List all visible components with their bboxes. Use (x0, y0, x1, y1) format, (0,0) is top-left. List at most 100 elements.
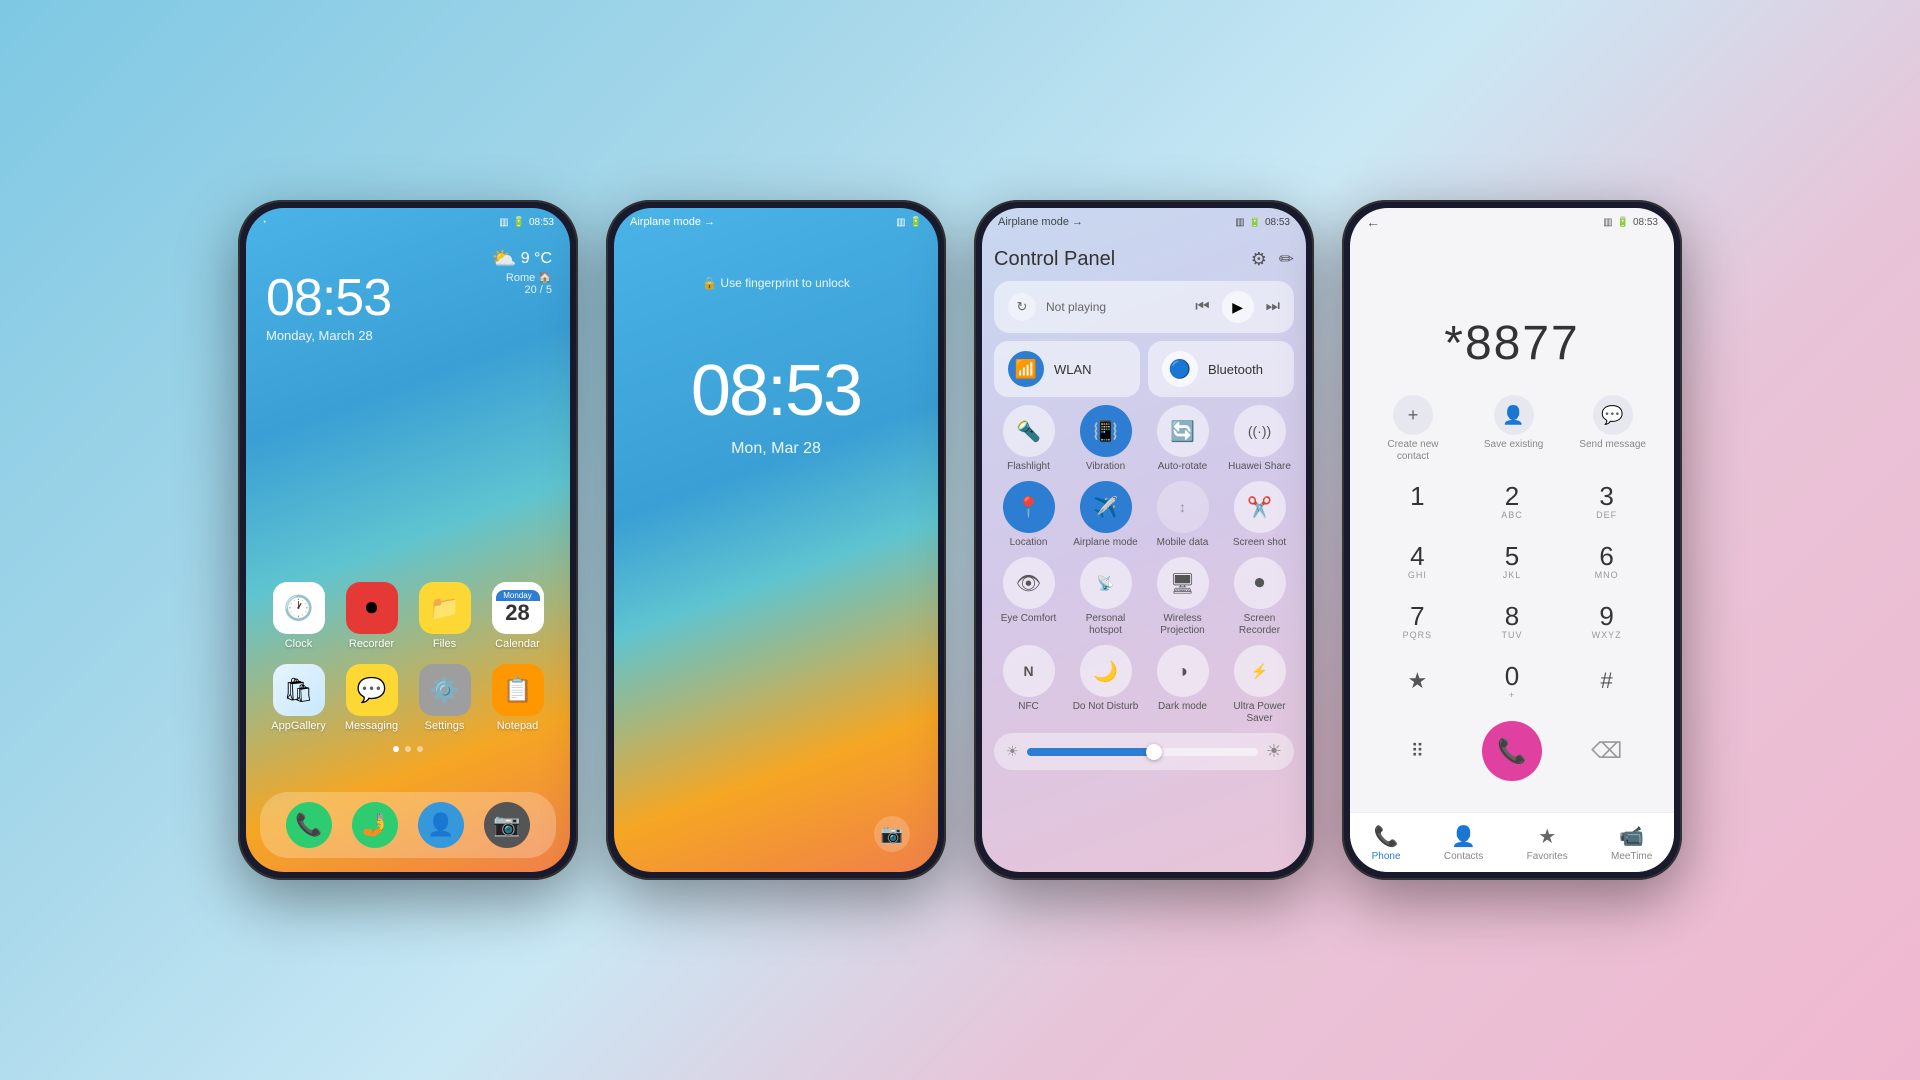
save-existing-btn[interactable]: 👤 Save existing (1484, 395, 1543, 463)
key-9[interactable]: 9 WXYZ (1572, 593, 1642, 649)
cp-mobile-data[interactable]: ↕ Mobile data (1148, 481, 1217, 549)
create-contact-icon: + (1393, 395, 1433, 435)
airplane-label-cp: Airplane mode → (998, 216, 1083, 228)
cp-edit-icon[interactable]: ✏ (1279, 249, 1294, 270)
app-clock[interactable]: 🕐 Clock (265, 582, 333, 650)
cp-location[interactable]: 📍 Location (994, 481, 1063, 549)
cp-wireless-proj[interactable]: 🖥 Wireless Projection (1148, 557, 1217, 637)
autorotate-icon: 🔄 (1157, 405, 1209, 457)
key-1[interactable]: 1 (1382, 473, 1452, 529)
key-9-num: 9 (1599, 603, 1613, 629)
key-2[interactable]: 2 ABC (1477, 473, 1547, 529)
dark-mode-label: Dark mode (1158, 701, 1207, 713)
dialer-bg: ← ▥ 🔋 08:53 *8877 + Create new contact 👤 (1350, 208, 1674, 872)
cp-screenshot[interactable]: ✂️ Screen shot (1225, 481, 1294, 549)
autorotate-label: Auto-rotate (1158, 461, 1207, 473)
screen-recorder-icon: ⏺ (1234, 557, 1286, 609)
wlan-button[interactable]: 📶 WLAN (994, 341, 1140, 397)
key-8-num: 8 (1505, 603, 1519, 629)
cp-ultra-power[interactable]: ⚡ Ultra Power Saver (1225, 645, 1294, 725)
key-6[interactable]: 6 MNO (1572, 533, 1642, 589)
dialer-display: *8877 (1350, 236, 1674, 371)
status-bar-dialer: ← ▥ 🔋 08:53 (1350, 208, 1674, 236)
brightness-thumb (1146, 744, 1162, 760)
key-3[interactable]: 3 DEF (1572, 473, 1642, 529)
nav-meetime-icon: 📹 (1619, 824, 1644, 849)
nav-meetime[interactable]: 📹 MeeTime (1611, 824, 1652, 862)
weather-range: 20 / 5 (492, 284, 552, 296)
cp-grid-row3: 👁 Eye Comfort 📡 Personal hotspot 🖥 Wirel… (994, 557, 1294, 637)
nav-phone[interactable]: 📞 Phone (1372, 824, 1401, 862)
home-date: Monday, March 28 (266, 328, 391, 343)
music-play-button[interactable]: ▶ (1222, 291, 1254, 323)
status-bar-home: · ▥ 🔋 08:53 (246, 208, 570, 236)
app-recorder[interactable]: ⏺ Recorder (338, 582, 406, 650)
keypad-row-2: 4 GHI 5 JKL 6 MNO (1370, 533, 1654, 589)
cp-huawei-share[interactable]: ((·)) Huawei Share (1225, 405, 1294, 473)
app-appgallery[interactable]: 🛍 AppGallery (265, 664, 333, 732)
cp-vibration[interactable]: 📳 Vibration (1071, 405, 1140, 473)
app-calendar[interactable]: Monday 28 Calendar (484, 582, 552, 650)
music-prev-icon[interactable]: ⏮ (1195, 298, 1209, 316)
settings-icon: ⚙️ (419, 664, 471, 716)
key-star[interactable]: ★ (1382, 653, 1452, 709)
key-4-alpha: GHI (1408, 570, 1427, 580)
cp-screen-recorder[interactable]: ⏺ Screen Recorder (1225, 557, 1294, 637)
app-messaging[interactable]: 💬 Messaging (338, 664, 406, 732)
cp-dark-mode[interactable]: ◑ Dark mode (1148, 645, 1217, 725)
calendar-label: Calendar (495, 638, 540, 650)
key-7[interactable]: 7 PQRS (1382, 593, 1452, 649)
cp-settings-icon[interactable]: ⚙ (1251, 249, 1267, 270)
key-5-num: 5 (1505, 543, 1519, 569)
app-settings[interactable]: ⚙️ Settings (411, 664, 479, 732)
recorder-icon: ⏺ (346, 582, 398, 634)
call-button[interactable]: 📞 (1482, 721, 1542, 781)
cp-grid-row4: N NFC 🌙 Do Not Disturb ◑ Dark mode ⚡ (994, 645, 1294, 725)
app-notepad[interactable]: 📋 Notepad (484, 664, 552, 732)
send-message-btn[interactable]: 💬 Send message (1579, 395, 1646, 463)
key-5[interactable]: 5 JKL (1477, 533, 1547, 589)
vibrate-icon-cp: ▥ (1235, 217, 1244, 228)
airplane-label: Airplane mode (1073, 537, 1137, 549)
lockscreen-screen: Airplane mode → ▥ 🔋 🔒 Use fingerprint to… (614, 208, 938, 872)
files-label: Files (433, 638, 456, 650)
create-contact-btn[interactable]: + Create new contact (1378, 395, 1448, 463)
home-time-widget: 08:53 Monday, March 28 ⛅ 9 °C Rome 🏠 (246, 236, 570, 343)
bluetooth-button[interactable]: 🔵 Bluetooth (1148, 341, 1294, 397)
cp-airplane[interactable]: ✈️ Airplane mode (1071, 481, 1140, 549)
nfc-label: NFC (1018, 701, 1039, 713)
backspace-button[interactable]: ⌫ (1577, 721, 1637, 781)
app-files[interactable]: 📁 Files (411, 582, 479, 650)
lock-camera-button[interactable]: 📷 (874, 816, 910, 852)
key-4[interactable]: 4 GHI (1382, 533, 1452, 589)
cp-hotspot[interactable]: 📡 Personal hotspot (1071, 557, 1140, 637)
dock-phone[interactable]: 📞 (286, 802, 332, 848)
nav-meetime-label: MeeTime (1611, 851, 1652, 862)
cp-eye-comfort[interactable]: 👁 Eye Comfort (994, 557, 1063, 637)
nav-favorites[interactable]: ★ Favorites (1527, 824, 1568, 862)
music-refresh-icon[interactable]: ↻ (1008, 293, 1036, 321)
huawei-share-icon: ((·)) (1234, 405, 1286, 457)
vibrate-icon-dialer: ▥ (1603, 217, 1612, 228)
key-0-alpha: + (1509, 690, 1515, 700)
bluetooth-icon: 🔵 (1162, 351, 1198, 387)
music-next-icon[interactable]: ⏭ (1266, 298, 1280, 316)
home-clock: 08:53 (266, 272, 391, 324)
dock-faceunlock[interactable]: 🤳 (352, 802, 398, 848)
cp-autorotate[interactable]: 🔄 Auto-rotate (1148, 405, 1217, 473)
cp-nfc[interactable]: N NFC (994, 645, 1063, 725)
cp-flashlight[interactable]: 🔦 Flashlight (994, 405, 1063, 473)
send-message-icon: 💬 (1593, 395, 1633, 435)
dock-camera[interactable]: 📷 (484, 802, 530, 848)
key-8[interactable]: 8 TUV (1477, 593, 1547, 649)
keypad-toggle-btn[interactable]: ⠿ (1387, 721, 1447, 781)
cp-dnd[interactable]: 🌙 Do Not Disturb (1071, 645, 1140, 725)
nav-contacts[interactable]: 👤 Contacts (1444, 824, 1483, 862)
key-hash[interactable]: # (1572, 653, 1642, 709)
send-message-label: Send message (1579, 439, 1646, 451)
save-existing-icon: 👤 (1494, 395, 1534, 435)
dock-contacts[interactable]: 👤 (418, 802, 464, 848)
brightness-track[interactable] (1027, 748, 1258, 756)
keypad-row-4: ★ 0 + # (1370, 653, 1654, 709)
key-0[interactable]: 0 + (1477, 653, 1547, 709)
